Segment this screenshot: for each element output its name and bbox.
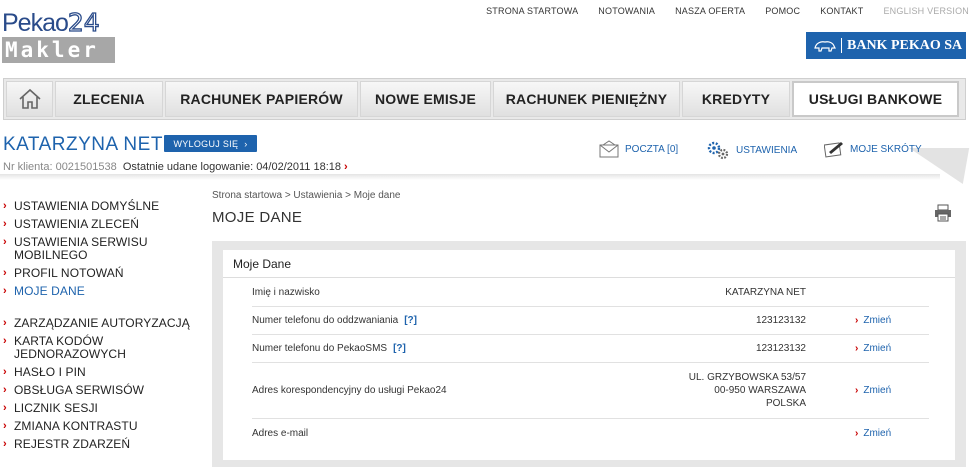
row-label: Adres korespondencyjny do usługi Pekao24 — [252, 385, 447, 396]
row-label: Adres e-mail — [252, 427, 309, 439]
bullet-icon: › — [3, 366, 7, 378]
bullet-icon: › — [3, 335, 7, 347]
row-label: Numer telefonu do PekaoSMS [?] — [252, 343, 406, 354]
menu-securities-account[interactable]: RACHUNEK PAPIERÓW — [165, 81, 358, 117]
bank-pekao-label: BANK PEKAO SA — [847, 37, 963, 53]
row-value: 123123132 — [755, 343, 806, 354]
bullet-icon: › — [3, 200, 7, 212]
bullet-icon: › — [3, 438, 7, 450]
topnav-home[interactable]: STRONA STARTOWA — [486, 6, 578, 16]
last-login-arrow-icon[interactable]: › — [344, 161, 348, 173]
topnav-contact[interactable]: KONTAKT — [820, 6, 863, 16]
sidebar-item-order-settings[interactable]: › USTAWIENIA ZLECEŃ — [3, 218, 203, 231]
row-sms-phone: Numer telefonu do PekaoSMS [?] 123123132 … — [252, 335, 929, 363]
bullet-icon: › — [855, 427, 859, 439]
shortcut-note-icon — [824, 142, 843, 158]
client-info: Nr klienta: 0021501538 Ostatnie udane lo… — [3, 161, 348, 173]
logo-brand: Pekao24 — [2, 8, 100, 37]
quick-mail[interactable]: POCZTA [0] — [599, 140, 678, 158]
sidebar-item-password-pin[interactable]: › HASŁO I PIN — [3, 366, 203, 379]
sidebar: › USTAWIENIA DOMYŚLNE › USTAWIENIA ZLECEŃ … — [3, 200, 203, 456]
row-label: Imię i nazwisko — [252, 286, 320, 298]
page-title: MOJE DANE — [212, 209, 303, 226]
logout-button[interactable]: WYLOGUJ SIĘ › — [164, 135, 257, 152]
bank-pekao-badge[interactable]: BANK PEKAO SA — [806, 32, 966, 59]
quick-shortcuts[interactable]: MOJE SKRÓTY — [824, 140, 922, 158]
change-email-link[interactable]: › Zmień — [855, 428, 891, 439]
sidebar-item-contrast[interactable]: › ZMIANA KONTRASTU — [3, 420, 203, 433]
sidebar-item-mobile-settings[interactable]: › USTAWIENIA SERWISU MOBILNEGO — [3, 236, 203, 262]
main-menu: ZLECENIA RACHUNEK PAPIERÓW NOWE EMISJE R… — [3, 78, 966, 120]
change-address-link[interactable]: › Zmień — [855, 385, 891, 396]
print-button[interactable] — [934, 204, 952, 227]
help-link[interactable]: [?] — [404, 315, 417, 326]
quick-mail-label: POCZTA [0] — [625, 143, 679, 155]
bullet-icon: › — [3, 402, 7, 414]
menu-new-issues[interactable]: NOWE EMISJE — [360, 81, 491, 117]
help-link[interactable]: [?] — [393, 343, 406, 354]
bullet-icon: › — [3, 236, 7, 248]
row-value: UL. GRZYBOWSKA 53/57 00-950 WARSZAWA POL… — [688, 372, 806, 409]
sidebar-item-my-data[interactable]: › MOJE DANE — [3, 285, 203, 298]
row-value: KATARZYNA NET — [725, 286, 806, 298]
row-correspondence-address: Adres korespondencyjny do usługi Pekao24… — [252, 363, 929, 419]
row-callback-phone: Numer telefonu do oddzwaniania [?] 123123… — [252, 307, 929, 335]
row-label: Numer telefonu do oddzwaniania [?] — [252, 315, 417, 326]
sidebar-item-session-counter[interactable]: › LICZNIK SESJI — [3, 402, 203, 415]
row-email: Adres e-mail › Zmień — [252, 419, 929, 447]
bison-logo-icon — [814, 40, 836, 52]
printer-icon — [935, 204, 951, 222]
client-number: Nr klienta: 0021501538 — [3, 161, 117, 173]
top-navigation: STRONA STARTOWA NOTOWANIA NASZA OFERTA P… — [486, 6, 969, 16]
bullet-icon: › — [3, 285, 7, 297]
logout-label: WYLOGUJ SIĘ — [173, 138, 239, 149]
bullet-icon: › — [3, 317, 7, 329]
gears-icon — [707, 141, 729, 160]
pekao24-makler-logo[interactable]: Pekao24 Makler — [2, 8, 120, 64]
badge-separator — [841, 38, 842, 53]
bullet-icon: › — [3, 384, 7, 396]
quick-shortcuts-label: MOJE SKRÓTY — [850, 143, 922, 155]
menu-home[interactable] — [6, 81, 53, 117]
change-callback-phone-link[interactable]: › Zmień — [855, 315, 891, 326]
topnav-help[interactable]: POMOC — [765, 6, 800, 16]
sidebar-item-default-settings[interactable]: › USTAWIENIA DOMYŚLNE — [3, 200, 203, 213]
my-data-panel-inner: Moje Dane Imię i nazwisko KATARZYNA NET … — [223, 250, 955, 460]
bullet-icon: › — [855, 343, 859, 354]
chevron-right-icon: › — [244, 138, 248, 149]
row-full-name: Imię i nazwisko KATARZYNA NET — [252, 278, 929, 307]
last-login: Ostatnie udane logowanie: 04/02/2011 18:… — [122, 161, 342, 173]
user-band-divider — [0, 174, 940, 180]
menu-loans[interactable]: KREDYTY — [682, 81, 790, 117]
breadcrumb[interactable]: Strona startowa > Ustawienia > Moje dane — [212, 190, 400, 201]
bullet-icon: › — [3, 267, 7, 279]
menu-orders[interactable]: ZLECENIA — [55, 81, 163, 117]
menu-banking-services[interactable]: USŁUGI BANKOWE — [792, 81, 959, 117]
my-data-panel: Moje Dane Imię i nazwisko KATARZYNA NET … — [212, 241, 966, 467]
bullet-icon: › — [3, 218, 7, 230]
sidebar-item-code-card[interactable]: › KARTA KODÓW JEDNORAZOWYCH — [3, 335, 203, 361]
quick-settings-label: USTAWIENIA — [736, 144, 798, 156]
bullet-icon: › — [855, 385, 859, 396]
envelope-icon — [599, 140, 619, 158]
topnav-quotes[interactable]: NOTOWANIA — [598, 6, 655, 16]
change-sms-phone-link[interactable]: › Zmień — [855, 343, 891, 354]
topnav-english[interactable]: ENGLISH VERSION — [883, 6, 969, 16]
row-value: 123123132 — [755, 315, 806, 326]
logo-makler: Makler — [2, 37, 115, 63]
sidebar-item-event-log[interactable]: › REJESTR ZDARZEŃ — [3, 438, 203, 451]
bullet-icon: › — [3, 420, 7, 432]
sidebar-item-service-handling[interactable]: › OBSŁUGA SERWISÓW — [3, 384, 203, 397]
user-name: KATARZYNA NET — [3, 134, 163, 155]
topnav-offer[interactable]: NASZA OFERTA — [675, 6, 745, 16]
sidebar-item-quotes-profile[interactable]: › PROFIL NOTOWAŃ — [3, 267, 203, 280]
sidebar-item-authorization[interactable]: › ZARZĄDZANIE AUTORYZACJĄ — [3, 317, 203, 330]
home-icon — [18, 88, 41, 109]
panel-title: Moje Dane — [223, 250, 955, 278]
quick-settings[interactable]: USTAWIENIA — [706, 140, 797, 160]
menu-cash-account[interactable]: RACHUNEK PIENIĘŻNY — [493, 81, 680, 117]
bullet-icon: › — [855, 315, 859, 326]
